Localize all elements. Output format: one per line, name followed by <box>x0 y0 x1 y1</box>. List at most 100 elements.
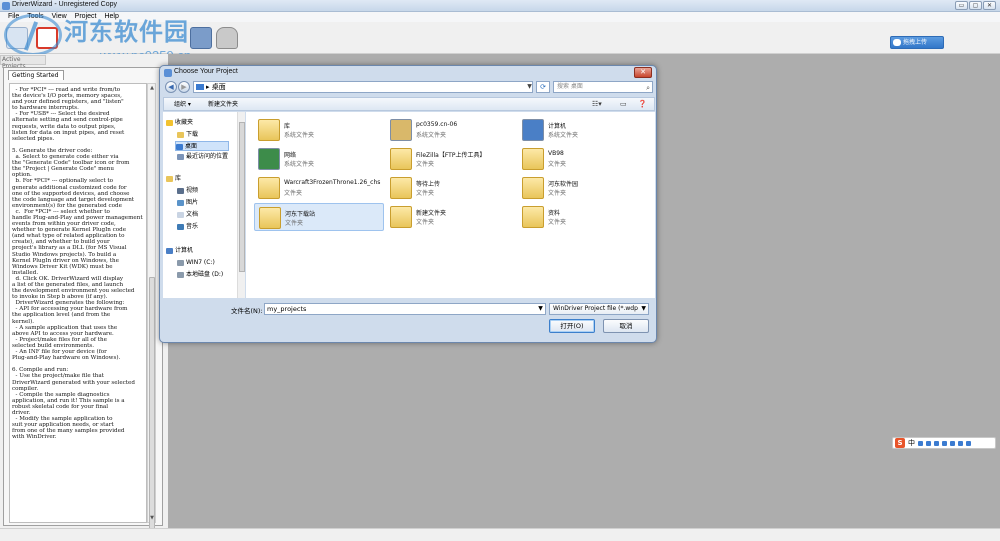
file-name: 计算机 <box>548 123 567 130</box>
shirt-icon[interactable] <box>958 440 963 446</box>
help-text-line: application, and run it! This sample is … <box>12 397 125 404</box>
search-placeholder: 搜索 桌面 <box>557 83 583 90</box>
lock-icon[interactable] <box>216 27 238 49</box>
getting-started-scrollbar[interactable]: ▲ ▼ <box>147 83 156 535</box>
microphone-icon[interactable] <box>934 440 939 446</box>
refresh-icon[interactable]: ⟳ <box>536 81 550 93</box>
address-dropdown-icon[interactable]: ▼ <box>525 81 534 93</box>
nav-downloads[interactable]: 下载 <box>177 130 198 140</box>
file-item[interactable]: Warcraft3FrozenThrone1.26_chs 文件夹 <box>254 174 384 202</box>
file-item[interactable]: VB98 文件夹 <box>518 145 648 173</box>
file-type: 文件夹 <box>416 161 435 168</box>
file-item[interactable]: 河东下载站 文件夹 <box>254 203 384 231</box>
video-icon <box>177 187 184 194</box>
open-button[interactable]: 打开(O) <box>549 319 595 333</box>
filename-dropdown-icon[interactable]: ▼ <box>535 303 546 315</box>
file-item[interactable]: pc0359.cn-06 系统文件夹 <box>386 116 516 144</box>
navigation-pane: 收藏夹 下载 桌面 最近访问的位置 库 视频 图片 文档 音乐 计算机 WIN7… <box>163 112 245 298</box>
ime-mode-label[interactable]: 中 <box>908 438 915 448</box>
scroll-down-icon[interactable]: ▼ <box>149 515 155 521</box>
drive-icon <box>177 259 184 266</box>
keyboard-icon[interactable] <box>942 440 947 446</box>
nav-downloads-label: 下载 <box>186 131 199 138</box>
nav-scroll-thumb[interactable] <box>239 122 245 272</box>
nav-desktop[interactable]: 桌面 <box>175 141 229 151</box>
file-item[interactable]: FileZilla【FTP上传工具】 文件夹 <box>386 145 516 173</box>
nav-music[interactable]: 音乐 <box>177 222 198 232</box>
nav-drive-d[interactable]: 本地磁盘 (D:) <box>177 270 223 280</box>
getting-started-content: - For *PCI* --- read and write from/to th… <box>9 83 147 523</box>
nav-drive-c[interactable]: WIN7 (C:) <box>177 258 215 268</box>
view-options-icon[interactable]: ☷▾ <box>592 100 602 108</box>
dialog-title: Choose Your Project <box>174 68 238 75</box>
nav-music-label: 音乐 <box>186 223 199 230</box>
computer-icon <box>166 247 173 254</box>
scroll-thumb[interactable] <box>149 277 155 535</box>
file-item[interactable]: 网络 系统文件夹 <box>254 145 384 173</box>
nav-videos[interactable]: 视频 <box>177 186 198 196</box>
filetype-value: WinDriver Project file (*.wdp <box>553 305 638 312</box>
file-item[interactable]: 河东软件园 文件夹 <box>518 174 648 202</box>
address-path[interactable]: 桌面 <box>212 83 226 91</box>
filename-input[interactable]: my_projects <box>264 303 546 315</box>
nav-favorites-label: 收藏夹 <box>175 119 194 126</box>
address-bar[interactable]: ▸ 桌面 <box>193 81 533 93</box>
sogou-icon[interactable]: S <box>895 438 905 448</box>
maximize-button[interactable]: ▢ <box>969 1 982 10</box>
file-name: 河东下载站 <box>285 211 316 218</box>
file-item[interactable]: 新建文件夹 文件夹 <box>386 203 516 231</box>
cancel-button[interactable]: 取消 <box>603 319 649 333</box>
file-type: 系统文件夹 <box>548 132 579 139</box>
file-item[interactable]: 库系统文件夹 <box>254 116 384 144</box>
nav-libraries[interactable]: 库 <box>166 174 181 184</box>
ime-toolbar[interactable]: S 中 <box>892 437 996 449</box>
nav-computer[interactable]: 计算机 <box>166 246 193 256</box>
user-icon[interactable] <box>950 440 955 446</box>
help-text-line: with WinDriver. <box>12 434 57 441</box>
search-input[interactable]: 搜索 桌面 ⌕ <box>553 81 653 93</box>
forward-icon[interactable]: ▶ <box>178 81 190 93</box>
folder-icon <box>258 177 280 199</box>
moon-icon[interactable] <box>918 440 923 446</box>
back-icon[interactable]: ◀ <box>165 81 177 93</box>
minimize-button[interactable]: ▭ <box>955 1 968 10</box>
file-item[interactable]: 资料 文件夹 <box>518 203 648 231</box>
file-item[interactable]: 等待上传 文件夹 <box>386 174 516 202</box>
nav-documents[interactable]: 文档 <box>177 210 198 220</box>
close-button[interactable]: ✕ <box>983 1 996 10</box>
watermark-logo-icon <box>4 14 62 56</box>
nav-pictures[interactable]: 图片 <box>177 198 198 208</box>
search-icon[interactable]: ⌕ <box>646 83 650 93</box>
tools-icon[interactable] <box>966 440 971 446</box>
save-icon[interactable] <box>190 27 212 49</box>
window-controls: ▭ ▢ ✕ <box>955 1 996 10</box>
library-icon <box>258 119 280 141</box>
file-name: 河东软件园 <box>548 181 579 188</box>
nav-favorites[interactable]: 收藏夹 <box>166 118 193 128</box>
title-bar: DriverWizard - Unregistered Copy ▭ ▢ ✕ <box>0 0 1000 12</box>
tab-active-projects[interactable]: Active Projects <box>0 55 46 70</box>
folder-icon <box>390 177 412 199</box>
chevron-down-icon: ▼ <box>641 305 646 312</box>
drive-icon <box>177 271 184 278</box>
upload-button[interactable]: 拖拽上传 <box>890 36 944 49</box>
computer-icon <box>522 119 544 141</box>
dialog-close-button[interactable]: ✕ <box>634 67 652 78</box>
nav-recent[interactable]: 最近访问的位置 <box>177 152 228 162</box>
nav-computer-label: 计算机 <box>175 247 194 254</box>
filetype-select[interactable]: WinDriver Project file (*.wdp ▼ <box>549 303 649 315</box>
desktop-folder-icon <box>196 84 204 90</box>
nav-scrollbar[interactable] <box>237 112 245 298</box>
file-type: 文件夹 <box>548 219 567 226</box>
preview-pane-icon[interactable]: ▭ <box>620 100 627 108</box>
downloads-folder-icon <box>177 131 184 138</box>
help-icon[interactable]: ❓ <box>638 100 647 108</box>
file-item[interactable]: 计算机 系统文件夹 <box>518 116 648 144</box>
file-type: 文件夹 <box>416 190 435 197</box>
organize-button[interactable]: 组织 ▾ <box>174 100 191 109</box>
file-type: 系统文件夹 <box>284 161 315 168</box>
punctuation-icon[interactable] <box>926 440 931 446</box>
tab-getting-started[interactable]: Getting Started <box>8 70 64 80</box>
new-folder-button[interactable]: 新建文件夹 <box>208 100 238 109</box>
scroll-up-icon[interactable]: ▲ <box>149 85 155 91</box>
